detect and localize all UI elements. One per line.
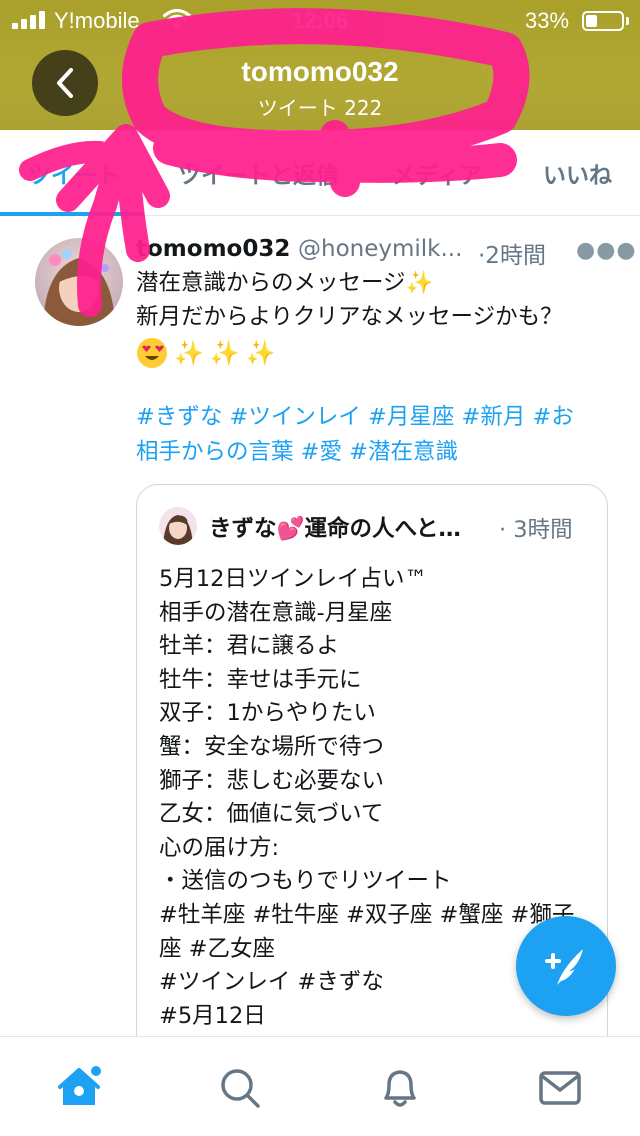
quoted-text-line: 双子：1からやりたい [159,700,376,727]
nav-search[interactable] [217,1065,263,1111]
tweet-text: 潜在意識からのメッセージ✨ 新月だからよりクリアなメッセージかも？ [136,266,616,334]
battery-icon [582,11,624,31]
nav-messages[interactable] [537,1065,583,1111]
sparkles-emoji: ✨ [245,339,276,367]
quoted-text-line: 蟹：安全な場所で待つ [159,733,385,760]
battery-cap [626,17,629,25]
tab-likes[interactable]: いいね [543,156,612,190]
author-name[interactable]: tomomo032 [136,236,290,262]
author-avatar[interactable] [35,238,123,326]
hashtag-line[interactable]: #きずな #ツインレイ #月星座 #新月 #お [136,400,616,435]
quoted-text-line: ・送信のつもりでリツイート [159,868,452,895]
quoted-text-line: #5月12日 [159,1002,266,1029]
quoted-author-avatar [159,507,197,545]
heart-eyes-emoji-icon [137,338,167,368]
active-tab-indicator [0,212,144,216]
profile-tabs: ツイート ツイートと返信 メディア いいね [0,130,640,216]
tweet-hashtags[interactable]: #きずな #ツインレイ #月星座 #新月 #お 相手からの言葉 #愛 #潜在意識 [136,400,616,470]
quoted-text-line: 5月12日ツインレイ占い™ [159,566,427,592]
nav-notifications[interactable] [377,1065,423,1111]
tweet-text-line: 新月だからよりクリアなメッセージかも？ [136,304,563,330]
quoted-text-line: 心の届け方: [159,834,280,861]
compose-tweet-button[interactable] [516,916,616,1016]
tweet-text-line: 潜在意識からのメッセージ✨ [136,270,434,296]
quoted-avatar-photo [159,507,197,545]
sparkles-emoji: ✨ [209,339,240,367]
quoted-text-line: 獅子：悲しむ必要ない [159,767,385,794]
tab-tweets-and-replies[interactable]: ツイートと返信 [178,156,339,190]
quoted-author-name: きずな💕運命の人へと… [209,516,461,542]
hashtag-line[interactable]: 相手からの言葉 #愛 #潜在意識 [136,435,616,470]
tab-tweets[interactable]: ツイート [28,156,120,190]
author-handle[interactable]: @honeymilk... [298,236,462,262]
quoted-text-line: 牡羊：君に譲るよ [159,633,340,660]
compose-tweet-icon [545,949,583,985]
profile-name-title: tomomo032 [241,56,399,87]
tweet-header: tomomo032 @honeymilk... ·2時間 ●●● [136,236,636,269]
profile-header: Y!mobile 12:06 33% tomomo032 ツイート 222 [0,0,640,130]
tweet-count: ツイート 222 [257,96,383,120]
avatar-photo [35,238,123,326]
messages-envelope-icon [539,1071,581,1105]
tab-media[interactable]: メディア [392,156,482,190]
nav-home[interactable] [58,1065,104,1111]
bottom-navigation-bar [0,1036,640,1136]
notifications-bell-icon [384,1070,416,1107]
quoted-tweet-time: · 3時間 [499,517,573,543]
sparkles-emoji: ✨ [174,339,204,367]
quoted-text-line: 乙女：価値に気づいて [159,801,384,828]
quoted-text-line: 牡牛：幸せは手元に [159,666,362,693]
search-icon [221,1069,260,1108]
more-horizontal-icon[interactable]: ●●● [576,238,637,263]
status-bar: Y!mobile 12:06 33% [0,0,640,40]
home-icon [58,1066,101,1105]
quoted-text-line: 相手の潜在意識-月星座 [159,599,393,626]
tweet-time[interactable]: ·2時間 [478,236,546,270]
battery-percent: 33% [525,8,570,33]
tweet-emoji-row: ✨ ✨ ✨ [136,336,276,370]
